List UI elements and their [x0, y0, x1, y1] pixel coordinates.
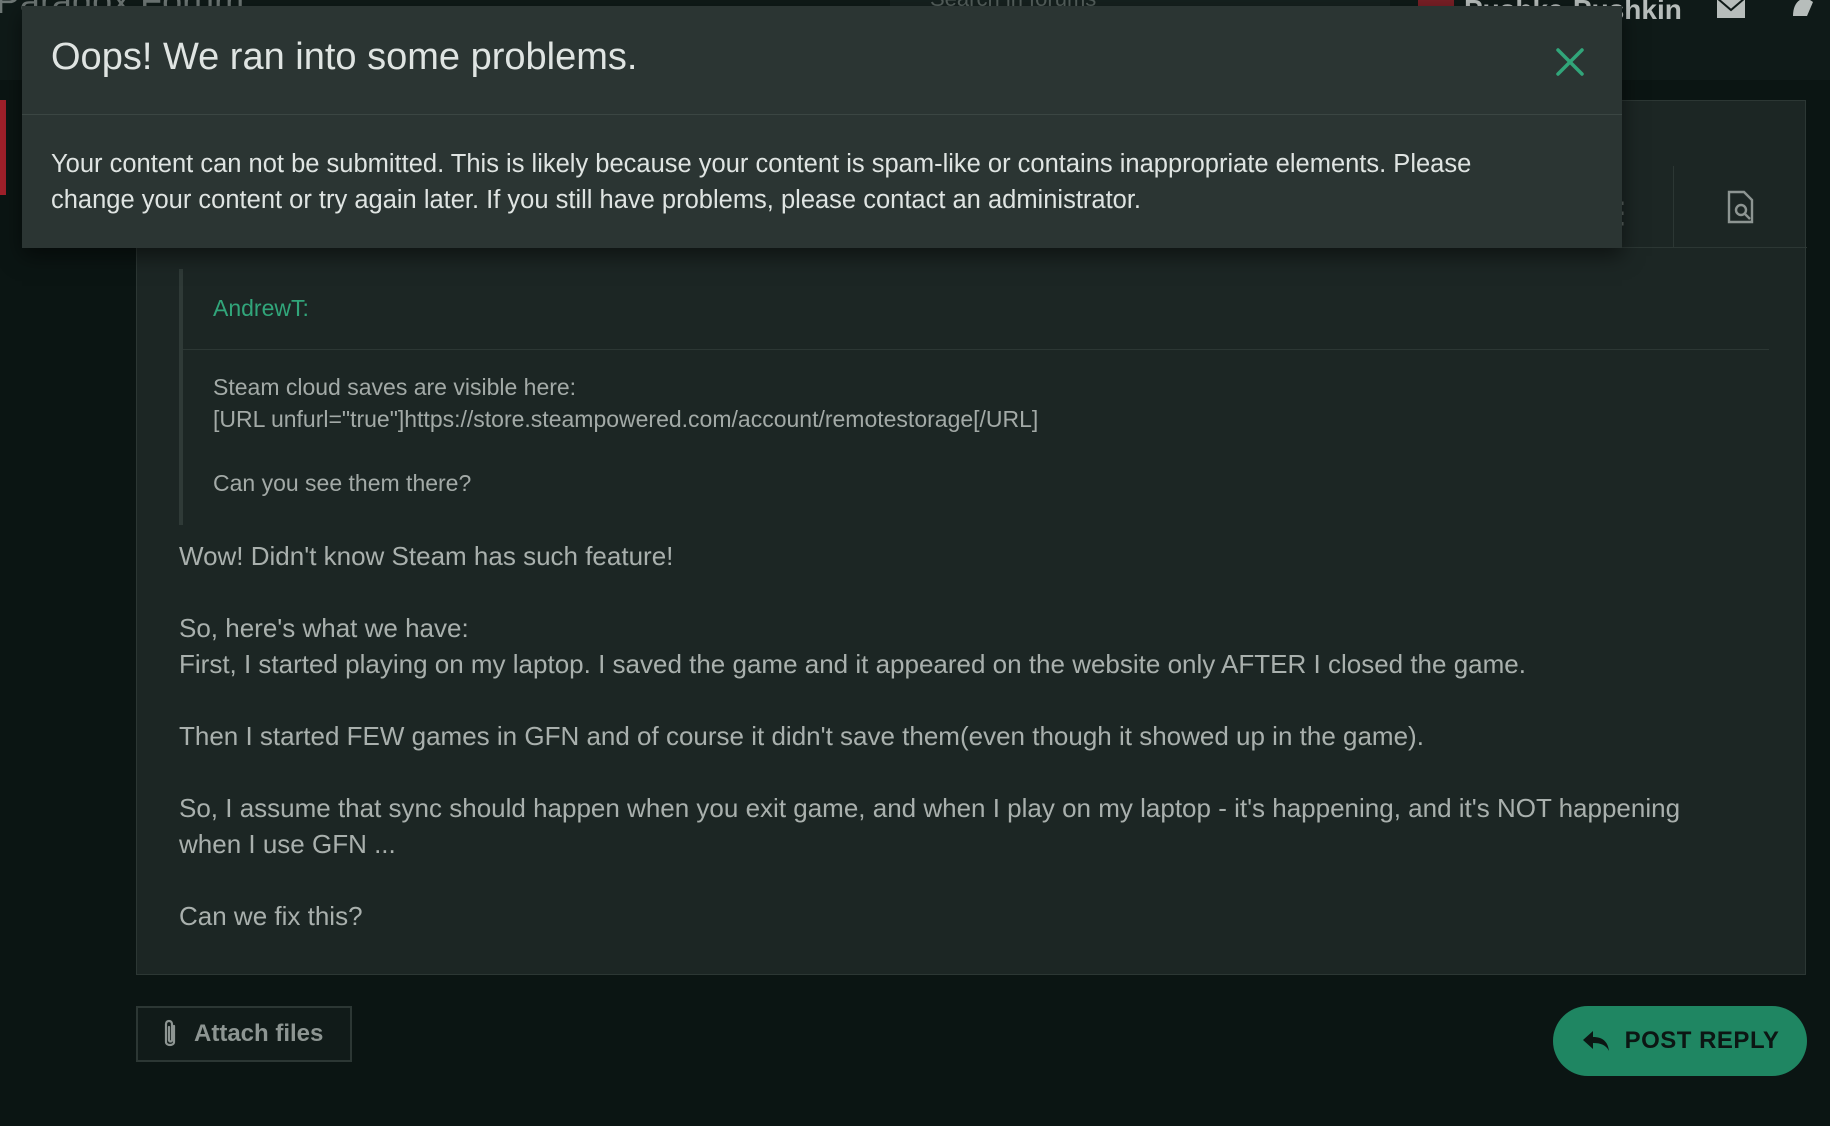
quote-line: Steam cloud saves are visible here: [213, 374, 577, 400]
modal-title: Oops! We ran into some problems. [51, 36, 638, 78]
quote-line: Can you see them there? [213, 470, 472, 496]
error-modal: Oops! We ran into some problems. Your co… [22, 6, 1622, 248]
modal-header: Oops! We ran into some problems. [22, 6, 1622, 115]
post-text-line: First, I started playing on my laptop. I… [179, 649, 1526, 679]
close-button[interactable] [1550, 42, 1590, 82]
post-text-line: Wow! Didn't know Steam has such feature! [179, 541, 674, 571]
left-accent-bar [0, 100, 6, 195]
reply-arrow-icon [1582, 1031, 1609, 1051]
attach-files-button[interactable]: Attach files [136, 1006, 352, 1062]
quote-author[interactable]: AndrewT: [213, 295, 309, 322]
post-reply-label: POST REPLY [1624, 1027, 1780, 1054]
modal-message-line: change your content or try again later. … [51, 186, 1142, 214]
post-text-line: Then I started FEW games in GFN and of c… [179, 721, 1424, 751]
preview-icon [1727, 190, 1753, 224]
mail-icon[interactable] [1715, 0, 1747, 24]
close-icon [1556, 48, 1584, 76]
post-text-line: So, here's what we have: [179, 613, 469, 643]
post-text-line: when I use GFN ... [179, 829, 396, 859]
modal-message: Your content can not be submitted. This … [51, 146, 1601, 218]
alerts-icon[interactable] [1787, 0, 1819, 24]
header-icons [1715, 0, 1819, 24]
quote-block: AndrewT: Steam cloud saves are visible h… [179, 269, 1769, 525]
quote-line: [URL unfurl="true"]https://store.steampo… [213, 406, 1039, 432]
modal-message-line: Your content can not be submitted. This … [51, 150, 1472, 178]
paperclip-icon [164, 1019, 176, 1047]
preview-button[interactable] [1673, 166, 1807, 248]
quote-divider [183, 349, 1769, 350]
post-text-line: So, I assume that sync should happen whe… [179, 793, 1681, 823]
post-reply-button[interactable]: POST REPLY [1553, 1006, 1807, 1076]
post-text-line: Can we fix this? [179, 901, 363, 931]
attach-files-label: Attach files [194, 1020, 324, 1047]
